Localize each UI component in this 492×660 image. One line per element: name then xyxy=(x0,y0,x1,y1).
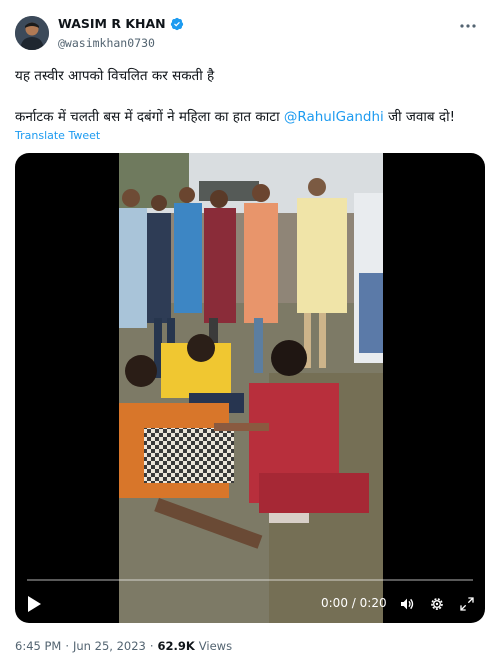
video-time-separator: / xyxy=(351,596,356,610)
tweet-meta: 6:45 PM · Jun 25, 2023 · 62.9K Views xyxy=(15,639,232,653)
tweet-text-line-2: कर्नाटक में चलती बस में दबंगों ने महिला … xyxy=(15,107,455,125)
play-icon[interactable] xyxy=(25,593,43,615)
views-count: 62.9K xyxy=(157,639,195,653)
meta-separator: · xyxy=(65,639,69,653)
fullscreen-icon[interactable] xyxy=(457,594,477,614)
author-name[interactable]: WASIM R KHAN xyxy=(58,16,166,31)
tweet-text-body: कर्नाटक में चलती बस में दबंगों ने महिला … xyxy=(15,109,280,125)
author-name-row[interactable]: WASIM R KHAN xyxy=(58,16,184,31)
author-handle[interactable]: @wasimkhan0730 xyxy=(58,36,155,50)
video-player[interactable]: 0:00 / 0:20 xyxy=(15,153,485,623)
tweet-text-line-1: यह तस्वीर आपको विचलित कर सकती है xyxy=(15,68,215,84)
mention-link[interactable]: @RahulGandhi xyxy=(284,109,384,125)
more-horizontal-icon[interactable] xyxy=(458,16,478,36)
video-time: 0:00 / 0:20 xyxy=(321,596,387,610)
video-frame xyxy=(119,153,383,623)
meta-separator: · xyxy=(149,639,154,653)
profile-avatar-image xyxy=(15,16,49,50)
views-label: Views xyxy=(198,639,233,653)
video-progress-bar[interactable] xyxy=(27,579,473,581)
volume-icon[interactable] xyxy=(397,594,417,614)
settings-gear-icon[interactable] xyxy=(427,594,447,614)
video-current-time: 0:00 xyxy=(321,596,348,610)
tweet-date[interactable]: Jun 25, 2023 xyxy=(73,639,146,653)
translate-tweet-link[interactable]: Translate Tweet xyxy=(15,129,100,142)
avatar[interactable] xyxy=(15,16,49,50)
tweet-time[interactable]: 6:45 PM xyxy=(15,639,61,653)
tweet-text-suffix: जी जवाब दो! xyxy=(388,109,455,125)
video-duration: 0:20 xyxy=(359,596,387,610)
verified-badge-icon xyxy=(170,17,184,31)
